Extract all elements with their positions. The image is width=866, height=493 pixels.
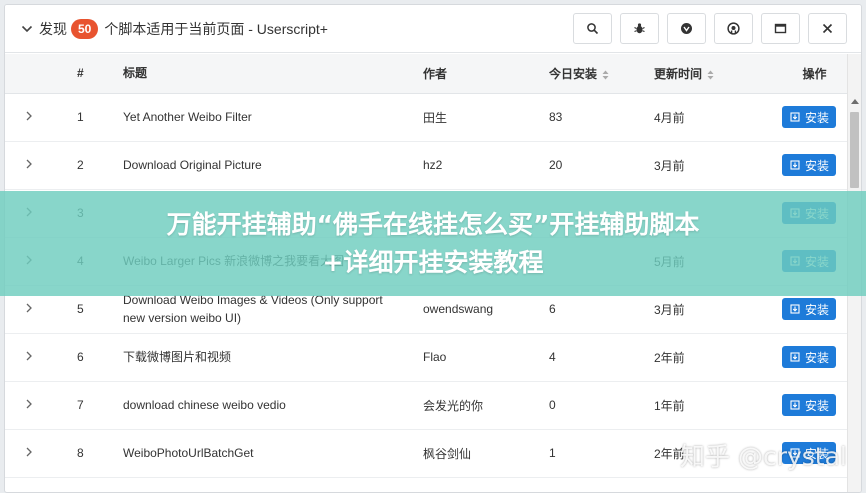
expand-cell[interactable] (5, 141, 67, 189)
column-title: 标题 (123, 54, 423, 94)
github-button[interactable] (714, 13, 753, 44)
search-button[interactable] (573, 13, 612, 44)
window-icon (774, 23, 787, 34)
sort-icon (707, 70, 714, 80)
install-button[interactable]: 安装 (782, 298, 837, 320)
updated-time: 1年前 (654, 398, 685, 413)
panel-title: 个脚本适用于当前页面 - Userscript+ (104, 20, 328, 37)
expand-cell[interactable] (5, 381, 67, 429)
script-author: 会发光的你 (423, 398, 484, 413)
greasyfork-button[interactable] (667, 13, 706, 44)
table-row: 2 Download Original Picture hz2 20 3月前 安… (5, 141, 847, 189)
install-label: 安装 (805, 398, 830, 413)
expand-cell[interactable] (5, 93, 67, 141)
updated-time: 2年前 (654, 350, 685, 365)
today-installs: 4 (549, 350, 556, 364)
install-icon (790, 160, 800, 170)
watermark: 知乎 @crystal (680, 442, 847, 471)
bug-report-button[interactable] (620, 13, 659, 44)
install-label: 安装 (805, 350, 830, 365)
banner-line-1: 万能开挂辅助“佛手在线挂怎么买”开挂辅助脚本 (166, 209, 700, 239)
search-icon (587, 23, 599, 35)
column-expand (5, 54, 67, 94)
install-button[interactable]: 安装 (782, 394, 837, 416)
header-toolbar (573, 13, 847, 44)
row-number: 6 (77, 350, 84, 364)
install-icon (790, 304, 800, 314)
today-installs: 83 (549, 110, 563, 124)
chevron-right-icon[interactable] (25, 159, 33, 169)
column-updated-label: 更新时间 (654, 66, 703, 81)
today-installs: 1 (549, 446, 556, 460)
script-title: Download Original Picture (123, 158, 262, 172)
chevron-right-icon[interactable] (25, 399, 33, 409)
scrollbar-thumb[interactable] (850, 112, 859, 188)
bug-icon (634, 23, 645, 34)
column-updated[interactable]: 更新时间 (654, 54, 782, 94)
table-row: 6 下载微博图片和视频 Flao 4 2年前 安装 (5, 333, 847, 381)
install-icon (790, 112, 800, 122)
script-count-badge: 50 (71, 18, 99, 39)
panel-header: 发现 50 个脚本适用于当前页面 - Userscript+ (5, 5, 861, 53)
today-installs: 0 (549, 398, 556, 412)
install-button[interactable]: 安装 (782, 106, 837, 128)
today-installs: 20 (549, 158, 563, 172)
chevron-right-icon[interactable] (25, 111, 33, 121)
install-icon (790, 352, 800, 362)
scroll-up-arrow-icon[interactable] (851, 99, 859, 104)
script-title: Yet Another Weibo Filter (123, 110, 252, 124)
row-number: 8 (77, 446, 84, 460)
greasyfork-icon (681, 23, 692, 34)
table-header-row: # 标题 作者 今日安装 更新时间 操作 (5, 54, 847, 94)
close-icon (822, 23, 833, 34)
table-row: 1 Yet Another Weibo Filter 田生 83 4月前 安装 (5, 93, 847, 141)
sort-icon (602, 70, 609, 80)
column-number: # (67, 54, 123, 94)
discover-label: 发现 (39, 20, 67, 37)
script-title: 下载微博图片和视频 (123, 350, 232, 364)
chevron-right-icon[interactable] (25, 447, 33, 457)
column-author: 作者 (423, 54, 549, 94)
chevron-right-icon[interactable] (25, 351, 33, 361)
actions-cell: 安装 (782, 333, 847, 381)
row-number: 1 (77, 110, 84, 124)
column-actions: 操作 (782, 54, 847, 94)
github-icon (727, 22, 740, 35)
chevron-down-icon[interactable] (17, 19, 37, 39)
actions-cell: 安装 (782, 141, 847, 189)
install-button[interactable]: 安装 (782, 154, 837, 176)
chevron-right-icon[interactable] (25, 303, 33, 313)
expand-cell[interactable] (5, 333, 67, 381)
updated-time: 3月前 (654, 158, 685, 173)
install-button[interactable]: 安装 (782, 346, 837, 368)
script-author: Flao (423, 350, 447, 364)
column-installs-label: 今日安装 (549, 66, 598, 81)
window-button[interactable] (761, 13, 800, 44)
install-icon (790, 400, 800, 410)
script-title: WeiboPhotoUrlBatchGet (123, 446, 254, 460)
row-number: 7 (77, 398, 84, 412)
script-author: 田生 (423, 110, 448, 125)
install-label: 安装 (805, 302, 830, 317)
overlay-banner: 万能开挂辅助“佛手在线挂怎么买”开挂辅助脚本 +详细开挂安装教程 (0, 191, 866, 296)
actions-cell: 安装 (782, 93, 847, 141)
install-label: 安装 (805, 110, 830, 125)
install-label: 安装 (805, 158, 830, 173)
banner-line-2: +详细开挂安装教程 (322, 247, 544, 277)
column-installs[interactable]: 今日安装 (549, 54, 654, 94)
script-title: download chinese weibo vedio (123, 398, 286, 412)
updated-time: 4月前 (654, 110, 685, 125)
actions-cell: 安装 (782, 381, 847, 429)
expand-cell[interactable] (5, 429, 67, 477)
script-author: hz2 (423, 158, 443, 172)
table-row: 7 download chinese weibo vedio 会发光的你 0 1… (5, 381, 847, 429)
script-author: 枫谷剑仙 (423, 446, 472, 461)
close-button[interactable] (808, 13, 847, 44)
row-number: 2 (77, 158, 84, 172)
